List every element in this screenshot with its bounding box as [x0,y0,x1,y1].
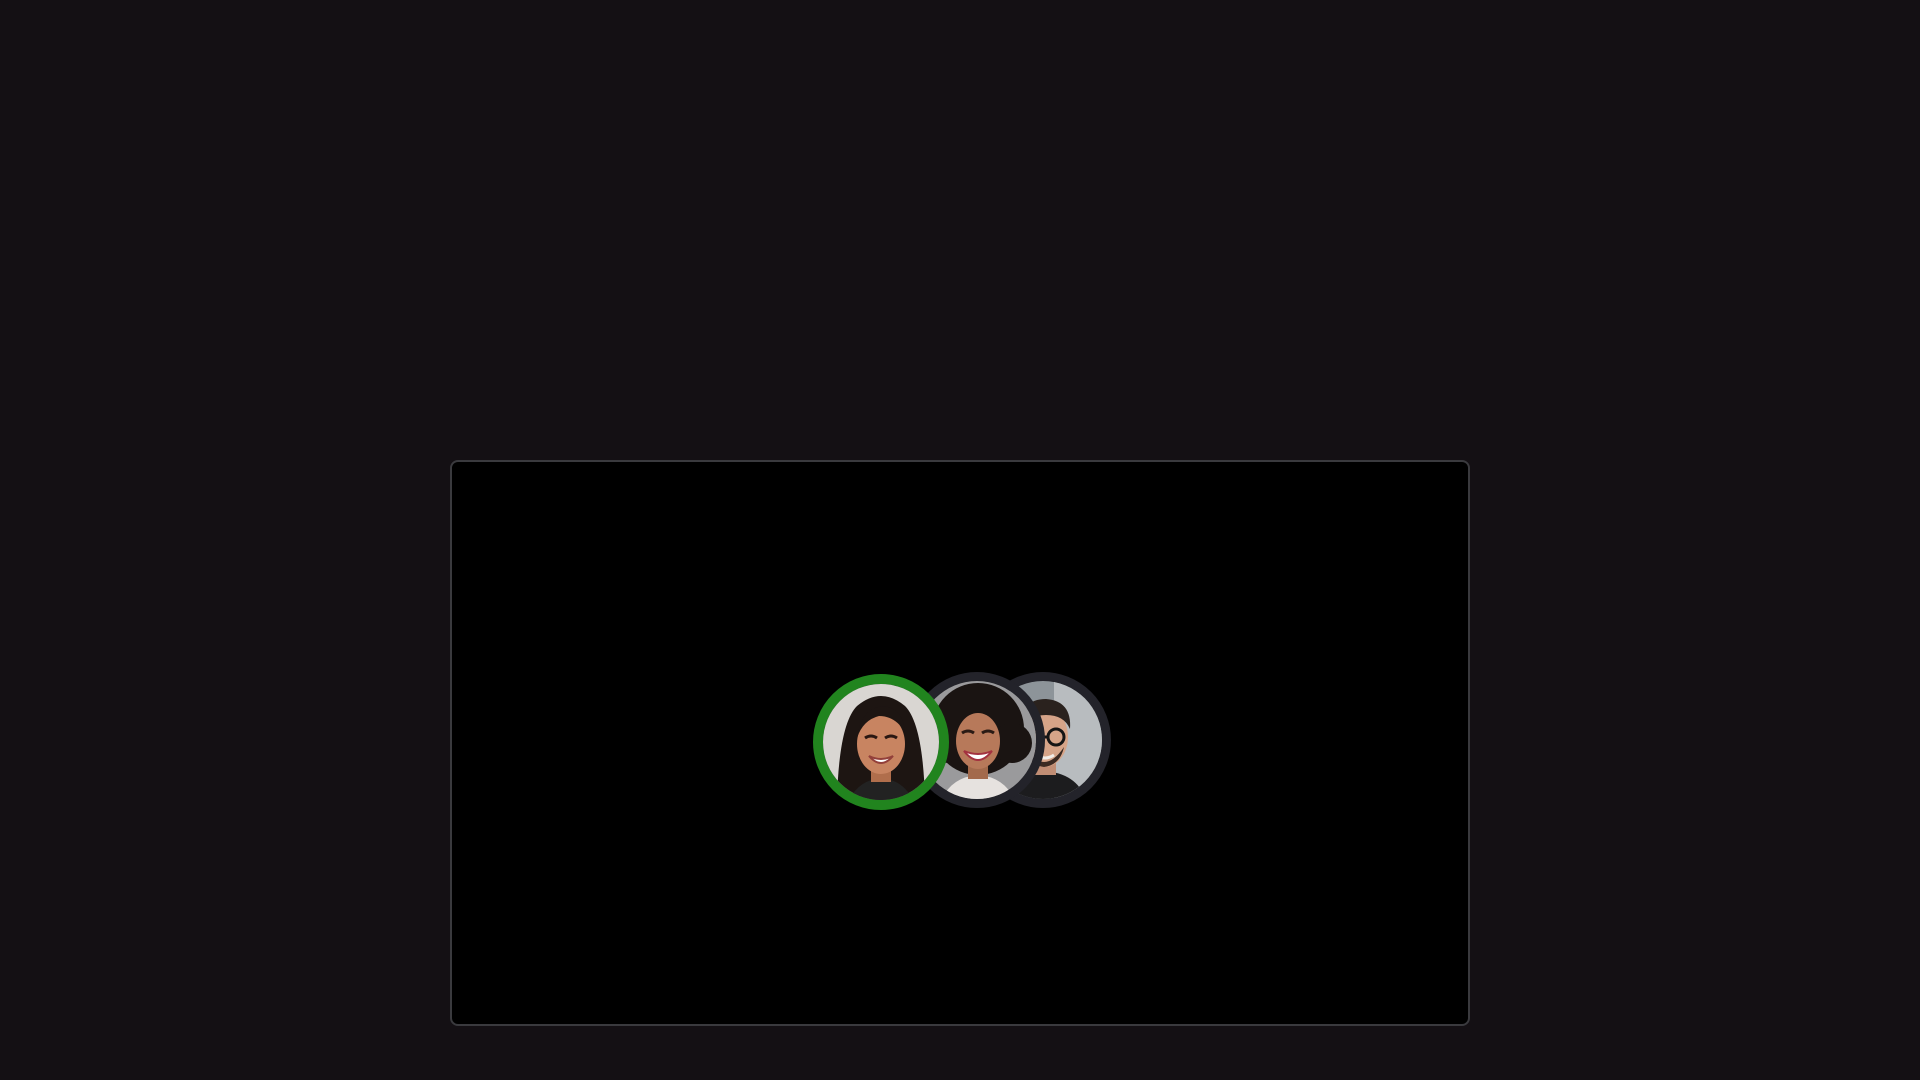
participant-avatar-stack[interactable] [813,672,1113,812]
call-window [450,460,1470,1026]
app-background [0,0,1920,1080]
participant-avatar-1-speaking[interactable] [813,674,949,810]
avatar-photo-woman-dark-hair [823,684,939,800]
